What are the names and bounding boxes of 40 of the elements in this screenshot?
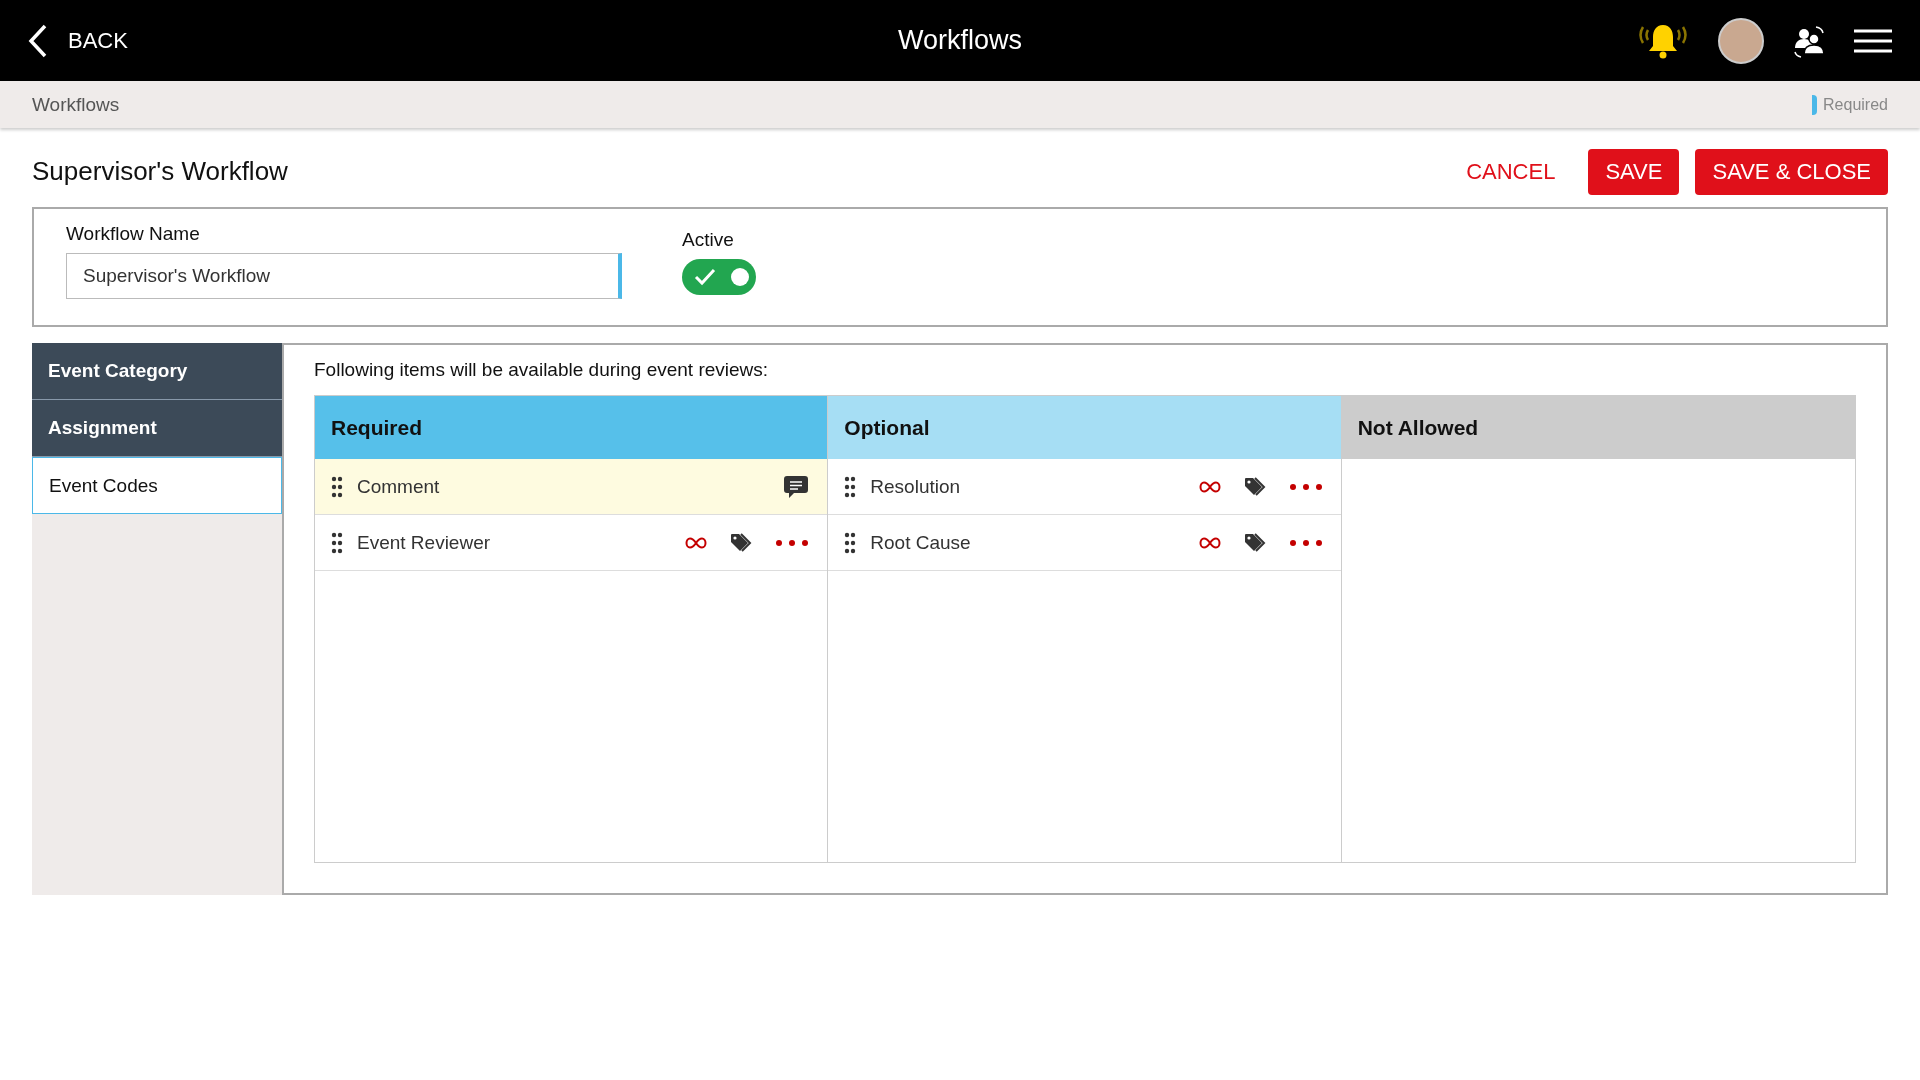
column-header: Optional xyxy=(828,396,1341,459)
user-avatar[interactable] xyxy=(1718,17,1764,64)
legend-label: Required xyxy=(1823,95,1888,114)
drag-handle-icon[interactable] xyxy=(844,475,857,498)
comment-icon[interactable] xyxy=(783,473,810,500)
tag-icon[interactable] xyxy=(729,531,754,554)
sidebar-tab[interactable]: Event Category xyxy=(32,343,282,400)
more-icon[interactable] xyxy=(775,538,810,547)
drag-handle-icon[interactable] xyxy=(331,531,343,554)
workflow-title: Supervisor's Workflow xyxy=(32,156,288,187)
active-toggle[interactable] xyxy=(682,259,756,295)
sidebar-tab[interactable]: Assignment xyxy=(32,400,282,457)
list-item[interactable]: Comment xyxy=(315,459,828,515)
more-icon[interactable] xyxy=(1288,482,1323,491)
back-button[interactable]: BACK xyxy=(28,23,128,58)
tag-icon[interactable] xyxy=(1242,531,1267,554)
sidebar-tab[interactable]: Event Codes xyxy=(32,457,282,514)
users-sync-icon[interactable] xyxy=(1792,23,1826,58)
chevron-left-icon xyxy=(28,23,48,58)
intro-text: Following items will be available during event reviews: xyxy=(314,359,770,381)
menu-icon[interactable] xyxy=(1854,28,1892,53)
infinity-icon[interactable] xyxy=(1198,536,1221,549)
required-marker xyxy=(1812,94,1818,115)
field-label: Active xyxy=(682,229,735,251)
page-title: Workflows xyxy=(898,25,1022,56)
drag-handle-icon[interactable] xyxy=(844,531,857,554)
column-header: Not Allowed xyxy=(1341,396,1855,459)
infinity-icon[interactable] xyxy=(1198,480,1221,493)
more-icon[interactable] xyxy=(1288,538,1323,547)
field-label: Workflow Name xyxy=(66,223,201,245)
drag-handle-icon[interactable] xyxy=(331,475,343,498)
column-header: Required xyxy=(315,396,828,459)
workflow-name-input[interactable]: Supervisor's Workflow xyxy=(66,253,622,299)
infinity-icon[interactable] xyxy=(685,536,708,549)
tag-icon[interactable] xyxy=(1242,475,1267,498)
breadcrumb[interactable]: Workflows xyxy=(32,93,120,116)
filled-button[interactable]: SAVE & CLOSE xyxy=(1695,148,1888,195)
check-icon xyxy=(694,268,716,286)
filled-button[interactable]: SAVE xyxy=(1588,148,1680,195)
text-button[interactable]: CANCEL xyxy=(1449,148,1573,195)
